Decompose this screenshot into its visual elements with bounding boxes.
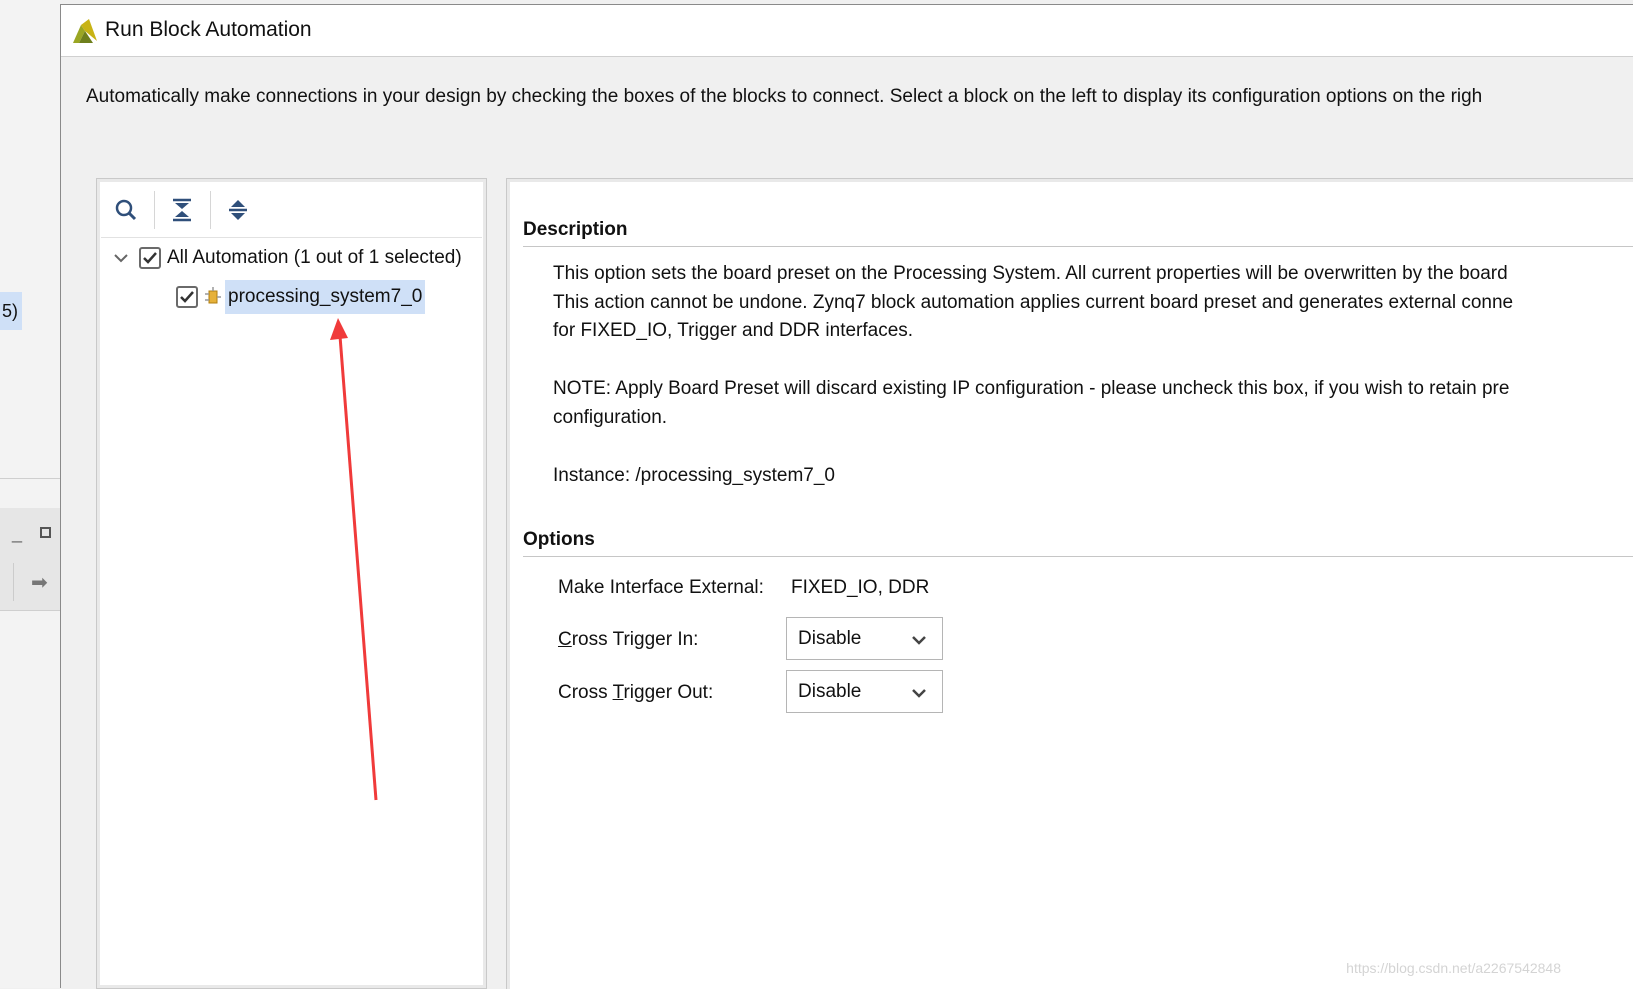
all-automation-label: All Automation (1 out of 1 selected) [167,247,462,268]
tree-toolbar [101,183,482,238]
background-badge: 5) [0,292,22,330]
collapse-all-icon[interactable] [165,193,199,227]
note-line: NOTE: Apply Board Preset will discard ex… [553,378,1510,399]
description-divider [523,246,1633,247]
watermark: https://blog.csdn.net/a2267542848 [1346,960,1561,976]
options-divider [523,556,1633,557]
cross-trigger-in-value: Disable [798,627,862,649]
mnemonic-letter: T [612,682,624,703]
cross-trigger-out-select[interactable]: Disable [786,670,943,713]
description-line: for FIXED_IO, Trigger and DDR interfaces… [553,320,914,341]
make-interface-external-label: Make Interface External: [558,577,764,598]
label-text: Cross [558,682,613,703]
label-text: ross Trigger In: [571,629,699,650]
toolbar-separator [154,191,155,229]
dialog-titlebar: Run Block Automation [61,5,1633,57]
note-line: configuration. [553,407,668,428]
description-line: This option sets the board preset on the… [553,263,1508,284]
cross-trigger-out-label: Cross Trigger Out: [558,682,713,704]
maximize-icon[interactable] [40,527,51,538]
background-separator [13,563,14,601]
forward-arrow-icon[interactable]: ➡ [31,570,48,595]
mnemonic-letter: C [558,629,572,650]
toolbar-separator [210,191,211,229]
cross-trigger-out-value: Disable [798,680,862,702]
search-icon[interactable] [109,193,143,227]
tree-row-processing-system[interactable]: processing_system7_0 [176,280,426,314]
dialog-intro-text: Automatically make connections in your d… [86,86,1483,107]
all-automation-checkbox[interactable] [139,247,161,269]
instance-text: Instance: /processing_system7_0 [553,465,835,486]
dialog-title: Run Block Automation [105,18,312,41]
expand-all-icon[interactable] [221,193,255,227]
cross-trigger-in-label: Cross Trigger In: [558,629,698,651]
description-heading: Description [523,219,628,240]
description-line: This action cannot be undone. Zynq7 bloc… [553,292,1514,313]
processing-system-label[interactable]: processing_system7_0 [225,280,426,314]
minimize-icon[interactable]: _ [12,523,22,544]
background-toolbar [0,508,60,611]
label-text: rigger Out: [623,682,714,703]
background-app-panel [0,0,60,988]
options-heading: Options [523,529,595,550]
run-block-automation-dialog: Run Block Automation Automatically make … [60,4,1633,989]
automation-tree-panel: All Automation (1 out of 1 selected) pro… [96,178,487,989]
tree-row-all-automation[interactable]: All Automation (1 out of 1 selected) [111,241,462,275]
cross-trigger-in-select[interactable]: Disable [786,617,943,660]
chevron-down-icon[interactable] [111,248,131,268]
processing-system-checkbox[interactable] [176,286,198,308]
configuration-panel: Description This option sets the board p… [506,178,1633,989]
vivado-logo-icon [73,19,97,43]
ip-block-icon [205,287,221,304]
chevron-down-icon [912,636,926,645]
make-interface-external-value: FIXED_IO, DDR [791,577,930,598]
chevron-down-icon [912,689,926,698]
background-divider [0,478,60,479]
